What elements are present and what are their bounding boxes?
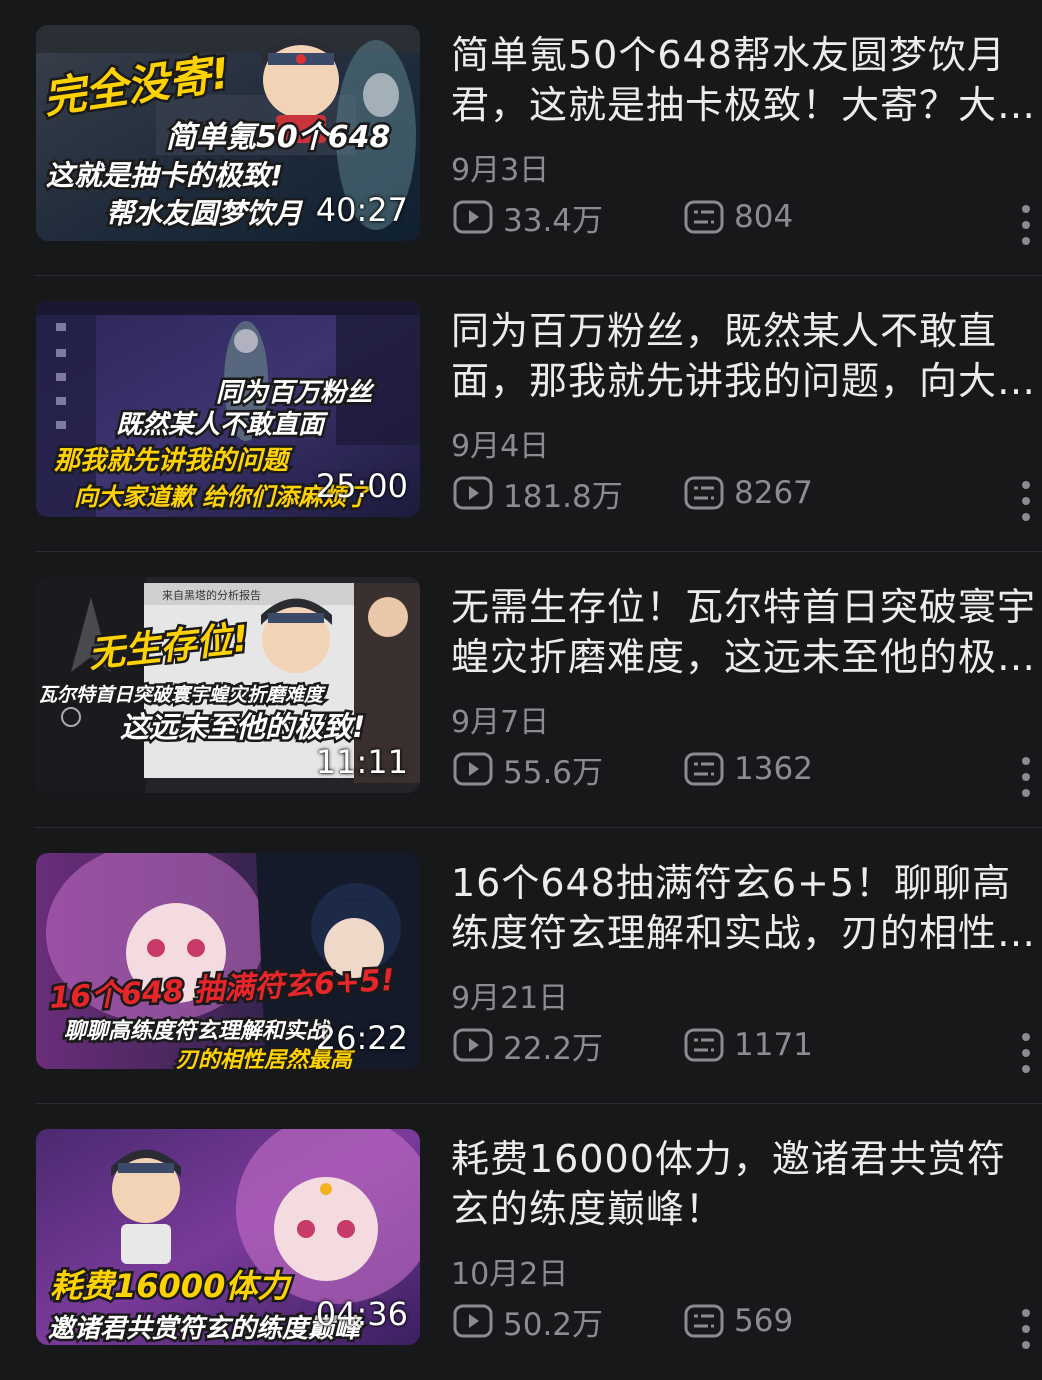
video-duration: 25:00 [315, 467, 408, 505]
video-title[interactable]: 简单氪50个648帮水友圆梦饮月君，这就是抽卡极致！大寄？大赚！ [451, 30, 1039, 130]
video-thumbnail[interactable]: 16个648 抽满符玄6+5! 聊聊高练度符玄理解和实战 刃的相性居然最高 26… [36, 853, 420, 1069]
view-count: 33.4万 [453, 193, 603, 241]
danmaku-count-value: 804 [734, 199, 794, 235]
thumbnail-caption: 聊聊高练度符玄理解和实战 [64, 1018, 331, 1044]
danmaku-icon [684, 1028, 724, 1062]
view-count: 55.6万 [453, 745, 603, 793]
play-count-icon [453, 752, 493, 786]
video-date: 10月2日 [451, 1257, 569, 1292]
danmaku-icon [684, 752, 724, 786]
play-count-icon [453, 1028, 493, 1062]
thumbnail-caption: 瓦尔特首日突破寰宇蝗灾折磨难度 [38, 684, 326, 706]
video-card[interactable]: 16个648 抽满符玄6+5! 聊聊高练度符玄理解和实战 刃的相性居然最高 26… [0, 828, 1042, 1104]
view-count-value: 33.4万 [503, 202, 604, 239]
more-vertical-icon[interactable] [1016, 205, 1036, 245]
thumbnail-caption: 帮水友圆梦饮月 [106, 197, 304, 230]
thumbnail-caption: 同为百万粉丝 [216, 378, 375, 408]
danmaku-count: 8267 [684, 469, 813, 517]
play-count-icon [453, 476, 493, 510]
view-count-value: 181.8万 [503, 478, 623, 515]
video-date: 9月7日 [451, 705, 550, 740]
danmaku-count: 569 [684, 1297, 793, 1345]
view-count: 22.2万 [453, 1021, 603, 1069]
video-duration: 26:22 [315, 1019, 408, 1057]
danmaku-icon [684, 200, 724, 234]
more-vertical-icon[interactable] [1016, 1309, 1036, 1349]
danmaku-count-value: 569 [734, 1303, 794, 1339]
thumbnail-caption: 耗费16000体力 [50, 1267, 292, 1305]
view-count: 50.2万 [453, 1297, 603, 1345]
video-title[interactable]: 无需生存位！瓦尔特首日突破寰宇蝗灾折磨难度，这远未至他的极致！ [451, 582, 1039, 682]
view-count-value: 50.2万 [503, 1306, 604, 1343]
thumbnail-caption: 那我就先讲我的问题 [54, 446, 293, 476]
video-title[interactable]: 16个648抽满符玄6+5！聊聊高练度符玄理解和实战，刃的相性居然最高 [451, 858, 1039, 958]
thumbnail-caption: 这就是抽卡的极致! [46, 159, 283, 192]
play-count-icon [453, 1304, 493, 1338]
video-thumbnail[interactable]: 耗费16000体力 邀诸君共赏符玄的练度巅峰 04:36 [36, 1129, 420, 1345]
video-date: 9月21日 [451, 981, 569, 1016]
thumbnail-caption: 简单氪50个648 [166, 120, 390, 155]
video-card[interactable]: 同为百万粉丝 既然某人不敢直面 那我就先讲我的问题 向大家道歉 给你们添麻烦了 … [0, 276, 1042, 552]
video-duration: 11:11 [315, 743, 408, 781]
video-thumbnail[interactable]: 同为百万粉丝 既然某人不敢直面 那我就先讲我的问题 向大家道歉 给你们添麻烦了 … [36, 301, 420, 517]
video-duration: 40:27 [315, 191, 408, 229]
thumbnail-caption: 既然某人不敢直面 [116, 410, 329, 440]
view-count: 181.8万 [453, 469, 623, 517]
video-title[interactable]: 同为百万粉丝，既然某人不敢直面，那我就先讲我的问题，向大家道歉 [451, 306, 1039, 406]
danmaku-count-value: 1171 [734, 1027, 813, 1063]
view-count-value: 55.6万 [503, 754, 604, 791]
danmaku-icon [684, 1304, 724, 1338]
video-card[interactable]: 耗费16000体力 邀诸君共赏符玄的练度巅峰 04:36 耗费16000体力，邀… [0, 1104, 1042, 1380]
more-vertical-icon[interactable] [1016, 1033, 1036, 1073]
thumbnail-caption: 这远未至他的极致! [120, 710, 365, 744]
video-title[interactable]: 耗费16000体力，邀诸君共赏符玄的练度巅峰！ [451, 1134, 1039, 1234]
video-thumbnail[interactable]: 来自黑塔的分析报告 无生存位! 瓦尔特首日突破寰宇蝗灾折磨难度 这远未至他的极致… [36, 577, 420, 793]
danmaku-count-value: 8267 [734, 475, 813, 511]
video-duration: 04:36 [315, 1295, 408, 1333]
danmaku-count: 1362 [684, 745, 813, 793]
more-vertical-icon[interactable] [1016, 481, 1036, 521]
thumbnail-caption: 来自黑塔的分析报告 [162, 588, 261, 602]
danmaku-icon [684, 476, 724, 510]
danmaku-count: 804 [684, 193, 793, 241]
video-card[interactable]: 完全没寄! 简单氪50个648 这就是抽卡的极致! 帮水友圆梦饮月 40:27 … [0, 0, 1042, 276]
video-date: 9月4日 [451, 429, 550, 464]
video-date: 9月3日 [451, 153, 550, 188]
more-vertical-icon[interactable] [1016, 757, 1036, 797]
danmaku-count: 1171 [684, 1021, 813, 1069]
video-list: 完全没寄! 简单氪50个648 这就是抽卡的极致! 帮水友圆梦饮月 40:27 … [0, 0, 1042, 1353]
danmaku-count-value: 1362 [734, 751, 813, 787]
video-card[interactable]: 来自黑塔的分析报告 无生存位! 瓦尔特首日突破寰宇蝗灾折磨难度 这远未至他的极致… [0, 552, 1042, 828]
view-count-value: 22.2万 [503, 1030, 604, 1067]
play-count-icon [453, 200, 493, 234]
video-thumbnail[interactable]: 完全没寄! 简单氪50个648 这就是抽卡的极致! 帮水友圆梦饮月 40:27 [36, 25, 420, 241]
